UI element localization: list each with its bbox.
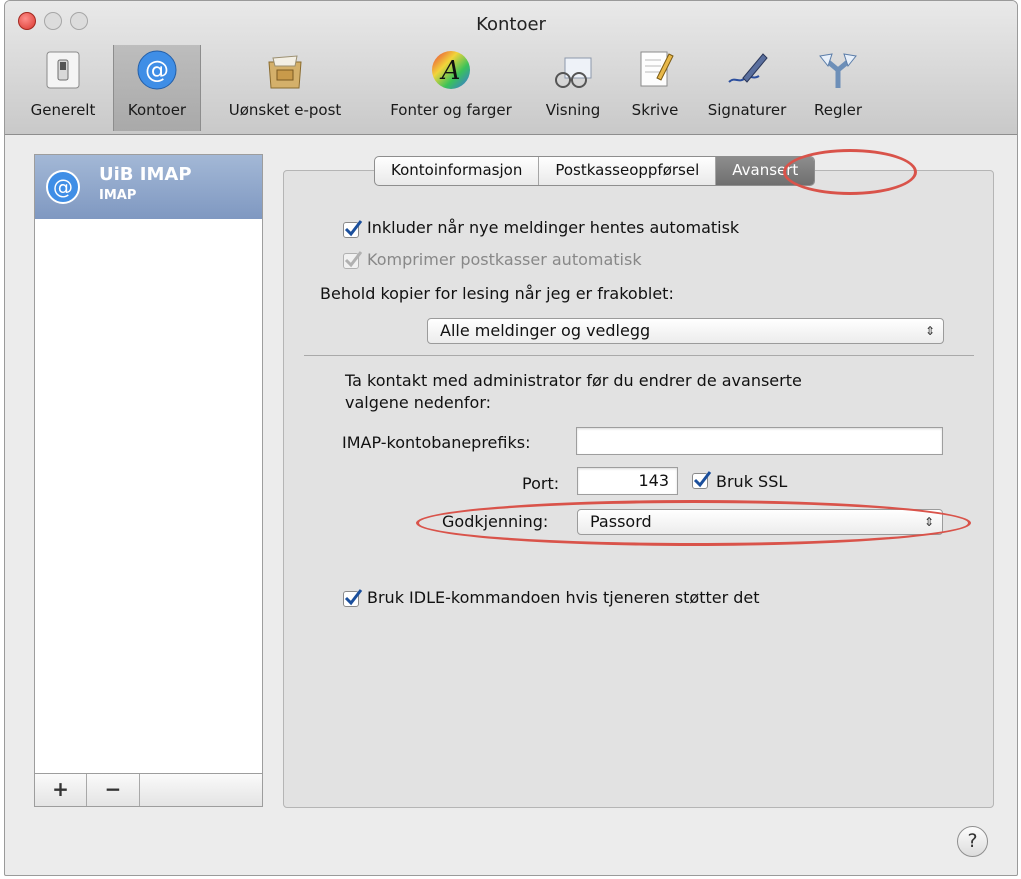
svg-text:A: A bbox=[440, 56, 461, 86]
port-label: Port: bbox=[522, 474, 560, 493]
checkmark-icon bbox=[344, 589, 363, 606]
tab-bar: Kontoinformasjon Postkasseoppførsel Avan… bbox=[374, 156, 816, 186]
compact-mailboxes-checkbox[interactable] bbox=[343, 251, 363, 269]
include-auto-fetch-checkbox[interactable] bbox=[343, 220, 363, 238]
compact-mailboxes-label: Komprimer postkasser automatisk bbox=[367, 250, 642, 269]
glasses-icon bbox=[555, 57, 592, 88]
account-list-controls: + − bbox=[34, 773, 263, 807]
toolbar-label: Kontoer bbox=[127, 101, 187, 119]
switch-icon bbox=[46, 51, 80, 89]
tab-avansert[interactable]: Avansert bbox=[716, 157, 815, 185]
toolbar-label: Regler bbox=[813, 101, 863, 119]
checkmark-icon bbox=[344, 220, 363, 237]
toolbar-item-uonsket-epost[interactable]: Uønsket e-post bbox=[211, 45, 359, 131]
at-sign-icon: @ bbox=[137, 50, 177, 90]
at-sign-icon: @ bbox=[46, 170, 80, 204]
compose-icon bbox=[640, 51, 674, 87]
checkmark-icon bbox=[693, 471, 712, 488]
imap-prefix-field[interactable] bbox=[576, 427, 943, 455]
toolbar-item-fonter-og-farger[interactable]: A Fonter og farger bbox=[371, 45, 531, 131]
admin-note-line-1: Ta kontakt med administrator før du endr… bbox=[345, 371, 802, 390]
toolbar: Kontoer Generelt @ Kontoer Uønsket e-pos… bbox=[5, 1, 1017, 135]
window-title: Kontoer bbox=[476, 14, 546, 35]
imap-prefix-label: IMAP-kontobaneprefiks: bbox=[342, 433, 531, 452]
toolbar-item-kontoer[interactable]: @ Kontoer bbox=[113, 45, 201, 131]
auth-value: Passord bbox=[590, 512, 652, 531]
remove-account-button[interactable]: − bbox=[87, 774, 140, 806]
svg-text:@: @ bbox=[145, 56, 169, 84]
use-idle-label: Bruk IDLE-kommandoen hvis tjeneren støtt… bbox=[367, 588, 760, 607]
keep-copies-popup[interactable]: Alle meldinger og vedlegg ⇕ bbox=[427, 318, 944, 344]
accounts-list[interactable]: @ UiB IMAP IMAP bbox=[34, 154, 263, 807]
toolbar-item-visning[interactable]: Visning bbox=[533, 45, 613, 131]
include-auto-fetch-label: Inkluder når nye meldinger hentes automa… bbox=[367, 218, 740, 237]
account-name: UiB IMAP bbox=[99, 164, 192, 185]
toolbar-item-regler[interactable]: Regler bbox=[803, 45, 873, 131]
keep-copies-label: Behold kopier for lesing når jeg er frak… bbox=[320, 284, 674, 303]
use-ssl-label: Bruk SSL bbox=[716, 472, 788, 491]
signature-pen-icon bbox=[728, 53, 768, 83]
toolbar-item-skrive[interactable]: Skrive bbox=[619, 45, 691, 131]
section-divider bbox=[304, 355, 974, 356]
toolbar-label: Uønsket e-post bbox=[228, 101, 342, 119]
svg-text:@: @ bbox=[53, 175, 73, 199]
popup-arrows-icon: ⇕ bbox=[924, 324, 935, 338]
tab-kontoinformasjon[interactable]: Kontoinformasjon bbox=[375, 157, 540, 185]
auth-label: Godkjenning: bbox=[442, 512, 549, 531]
rules-arrows-icon bbox=[819, 53, 857, 88]
port-field[interactable]: 143 bbox=[577, 467, 678, 495]
account-item-uib-imap[interactable]: @ UiB IMAP IMAP bbox=[35, 155, 262, 219]
toolbar-item-generelt[interactable]: Generelt bbox=[19, 45, 107, 131]
toolbar-label: Signaturer bbox=[707, 101, 787, 119]
use-idle-checkbox[interactable] bbox=[343, 589, 363, 607]
toolbar-label: Fonter og farger bbox=[390, 101, 512, 119]
toolbar-item-signaturer[interactable]: Signaturer bbox=[695, 45, 799, 131]
account-type: IMAP bbox=[99, 188, 137, 203]
toolbar-label: Skrive bbox=[631, 101, 679, 119]
auth-popup[interactable]: Passord ⇕ bbox=[577, 509, 943, 535]
tab-postkasseoppforsel[interactable]: Postkasseoppførsel bbox=[539, 157, 717, 185]
checkmark-icon bbox=[344, 251, 363, 268]
add-account-button[interactable]: + bbox=[35, 774, 87, 806]
font-colors-icon: A bbox=[432, 51, 470, 89]
junk-mail-icon bbox=[268, 55, 302, 89]
use-ssl-checkbox[interactable] bbox=[692, 471, 712, 489]
toolbar-label: Visning bbox=[545, 101, 601, 119]
popup-arrows-icon: ⇕ bbox=[923, 515, 934, 529]
keep-copies-value: Alle meldinger og vedlegg bbox=[440, 321, 651, 340]
admin-note-line-2: valgene nedenfor: bbox=[345, 393, 492, 412]
help-button[interactable]: ? bbox=[957, 826, 988, 857]
toolbar-label: Generelt bbox=[30, 101, 96, 119]
